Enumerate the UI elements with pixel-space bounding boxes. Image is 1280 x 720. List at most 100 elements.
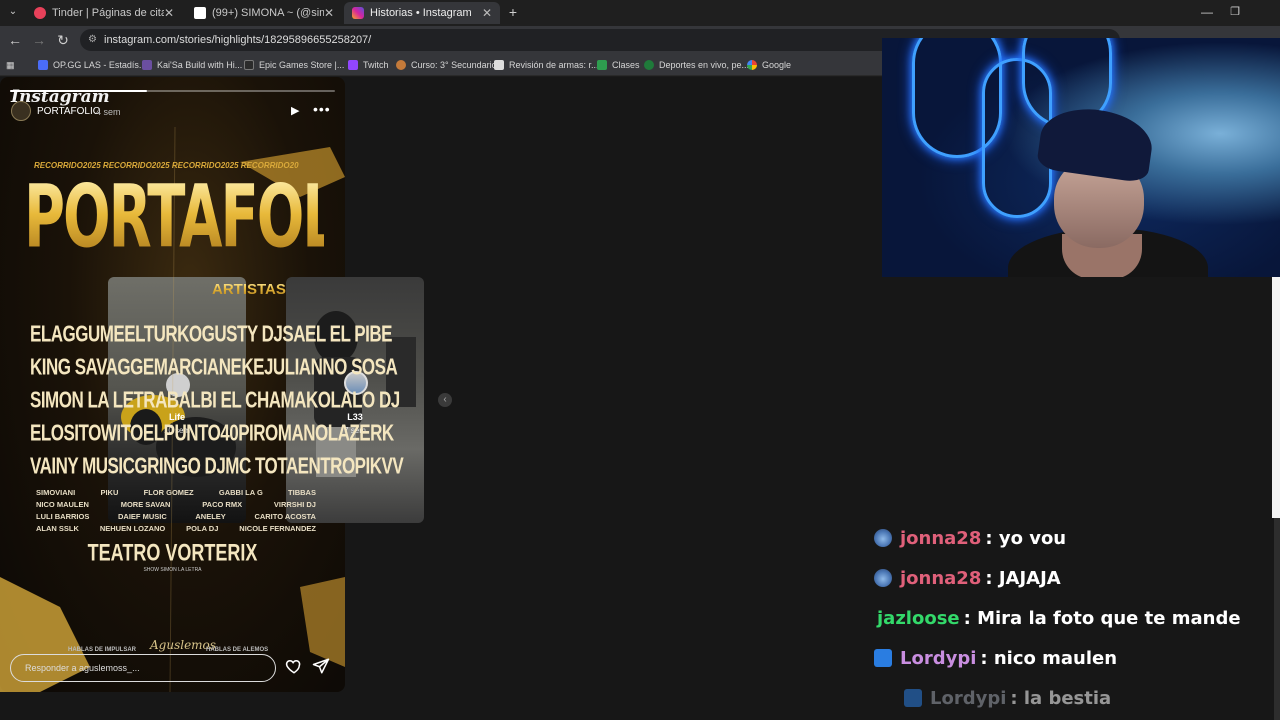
webcam-overlay bbox=[882, 38, 1280, 277]
chat-text: : yo vou bbox=[985, 527, 1067, 549]
poster-subtitle: ARTISTAS bbox=[212, 281, 286, 298]
apps-grid-icon[interactable]: ▦ bbox=[6, 57, 15, 73]
curso-icon bbox=[396, 60, 406, 70]
clases-icon bbox=[597, 60, 607, 70]
tab-instagram[interactable]: Historias • Instagram ✕ bbox=[344, 2, 500, 24]
scroll-edge bbox=[1272, 277, 1280, 518]
instagram-icon bbox=[352, 7, 364, 19]
poster-venue: TEATRO VORTERIX bbox=[87, 539, 258, 566]
bookmark-epic[interactable]: Epic Games Store |... bbox=[244, 57, 344, 73]
artist-name: ELOSITOWITO bbox=[30, 420, 143, 446]
poster-venue-subtitle: SHOW SIMON LA LETRA bbox=[143, 567, 202, 573]
bookmark-label: Curso: 3° Secundario bbox=[411, 60, 497, 70]
bookmark-kaisa[interactable]: Kai'Sa Build with Hi... bbox=[142, 57, 242, 73]
story-viewer[interactable]: PORTAFOLIO 4 sem ▶ ••• RECORRIDO2025 REC… bbox=[0, 77, 404, 692]
artist-name: ENTROPIKVV bbox=[297, 453, 404, 479]
artist-name: VIRRSHI DJ bbox=[273, 500, 316, 509]
tab-label: (99+) SIMONA ~ (@simovianii) bbox=[212, 7, 324, 19]
reload-icon[interactable]: ↻ bbox=[54, 31, 72, 49]
artist-row: ELOSITOWITO ELPUNTO40 PIROMANO LAZERK bbox=[30, 420, 394, 447]
poster-footer-right: HABLAS DE ALEMOS bbox=[206, 647, 269, 653]
tab-tiktok[interactable]: (99+) SIMONA ~ (@simovianii) ✕ bbox=[186, 2, 342, 24]
chat-text: : la bestia bbox=[1010, 687, 1112, 709]
chat-message: Lordypi : la bestia bbox=[870, 679, 1280, 717]
bookmark-armas[interactable]: Revisión de armas: r... bbox=[494, 57, 599, 73]
artist-name: POLA DJ bbox=[186, 524, 219, 533]
chat-username: jonna28 bbox=[900, 567, 982, 589]
bookmark-opgg[interactable]: OP.GG LAS - Estadís... bbox=[38, 57, 146, 73]
artist-name: LULI BARRIOS bbox=[36, 512, 90, 521]
chat-username: Lordypi bbox=[900, 647, 977, 669]
bookmark-label: Clases bbox=[612, 60, 640, 70]
artist-name: MC TOTA bbox=[225, 453, 298, 479]
close-icon[interactable]: ✕ bbox=[482, 6, 492, 20]
artist-name: LAZERK bbox=[327, 420, 394, 446]
artist-small-row: NICO MAULEN MORE SAVAN PACO RMX VIRRSHI … bbox=[36, 500, 316, 509]
bookmark-label: Deportes en vivo, pe... bbox=[659, 60, 750, 70]
forward-arrow-icon[interactable]: → bbox=[30, 31, 48, 49]
bookmark-google[interactable]: Google bbox=[747, 57, 791, 73]
artist-name: PACO RMX bbox=[202, 500, 243, 509]
stream-chat-overlay: jonna28 : yo vou jonna28 : JAJAJA jazloo… bbox=[870, 518, 1280, 720]
prime-badge-icon bbox=[904, 689, 922, 707]
artist-name: NICOLE FERNANDEZ bbox=[239, 524, 316, 533]
artist-name: ALAN SSLK bbox=[36, 524, 79, 533]
artist-name: KING SAVAGGE bbox=[30, 354, 154, 380]
artist-name: VAINY MUSIC bbox=[30, 453, 135, 479]
bookmark-label: Epic Games Store |... bbox=[259, 60, 345, 70]
kaisa-icon bbox=[142, 60, 152, 70]
artist-name: GRINGO DJ bbox=[134, 453, 226, 479]
restore-icon[interactable]: ❐ bbox=[1226, 3, 1244, 21]
close-icon[interactable]: ✕ bbox=[324, 6, 334, 20]
bookmark-deportes[interactable]: Deportes en vivo, pe... bbox=[644, 57, 749, 73]
artist-name: SAEL EL PIBE bbox=[282, 321, 392, 347]
artist-name: DAIEF MUSIC bbox=[117, 512, 167, 521]
artist-small-row: SIMOVIANI PIKU FLOR GOMEZ GABBI LA G TIB… bbox=[36, 488, 316, 497]
artist-name: NEHUEN LOZANO bbox=[99, 524, 166, 533]
artist-name: BALBI EL CHAMAKO bbox=[166, 387, 331, 413]
poster-footer-left: HABLAS DE IMPULSAR bbox=[68, 647, 137, 653]
close-icon[interactable]: ✕ bbox=[164, 6, 174, 20]
deportes-icon bbox=[644, 60, 654, 70]
tab-tinder[interactable]: Tinder | Páginas de citas ✕ bbox=[26, 2, 182, 24]
previous-story-chevron-icon[interactable]: ‹ bbox=[438, 393, 452, 407]
send-icon[interactable] bbox=[312, 657, 330, 675]
artist-small-row: ALAN SSLK NEHUEN LOZANO POLA DJ NICOLE F… bbox=[36, 524, 316, 533]
new-tab-button[interactable]: + bbox=[504, 3, 522, 21]
tinder-icon bbox=[34, 7, 46, 19]
artist-name: MORE SAVAN bbox=[120, 500, 171, 509]
artist-name: ELPUNTO40 bbox=[142, 420, 239, 446]
chat-scrollbar[interactable] bbox=[1274, 518, 1280, 720]
chat-message: Lordypi : nico maulen bbox=[870, 639, 1280, 677]
artist-name: SIMON LA LETRA bbox=[30, 387, 167, 413]
twitch-icon bbox=[348, 60, 358, 70]
stitch-badge-icon bbox=[874, 569, 892, 587]
chat-text: : Mira la foto que te mande bbox=[963, 607, 1241, 629]
epic-games-icon bbox=[244, 60, 254, 70]
minimize-icon[interactable]: — bbox=[1198, 3, 1216, 21]
artist-name: CARITO ACOSTA bbox=[254, 512, 316, 521]
reply-input[interactable]: Responder a aguslemoss_... bbox=[10, 654, 276, 682]
artist-name: ELAGGUME bbox=[30, 321, 125, 347]
tab-label: Historias • Instagram bbox=[370, 7, 472, 19]
artist-name: GUSTY DJ bbox=[201, 321, 283, 347]
artist-name: ANELEY bbox=[195, 512, 226, 521]
url-text: instagram.com/stories/highlights/1829589… bbox=[104, 34, 372, 46]
artist-name: PIROMANO bbox=[238, 420, 328, 446]
artist-name: PIKU bbox=[100, 488, 119, 497]
chat-username: jonna28 bbox=[900, 527, 982, 549]
chat-text: : JAJAJA bbox=[985, 567, 1061, 589]
bookmark-twitch[interactable]: Twitch bbox=[348, 57, 389, 73]
artist-row: KING SAVAGGE MARCIANEKE JULIANNO SOSA bbox=[30, 354, 398, 381]
tab-search-chevron-icon[interactable]: ⌄ bbox=[4, 3, 22, 21]
site-info-icon[interactable]: ⚙ bbox=[88, 29, 97, 51]
heart-icon[interactable] bbox=[285, 657, 303, 675]
bookmark-label: Revisión de armas: r... bbox=[509, 60, 599, 70]
bookmark-curso[interactable]: Curso: 3° Secundario bbox=[396, 57, 497, 73]
back-arrow-icon[interactable]: ← bbox=[6, 31, 24, 49]
chat-username: Lordypi bbox=[930, 687, 1007, 709]
story-progress-bar bbox=[10, 90, 335, 92]
artist-name: FLOR GOMEZ bbox=[143, 488, 194, 497]
armas-icon bbox=[494, 60, 504, 70]
bookmark-clases[interactable]: Clases bbox=[597, 57, 640, 73]
